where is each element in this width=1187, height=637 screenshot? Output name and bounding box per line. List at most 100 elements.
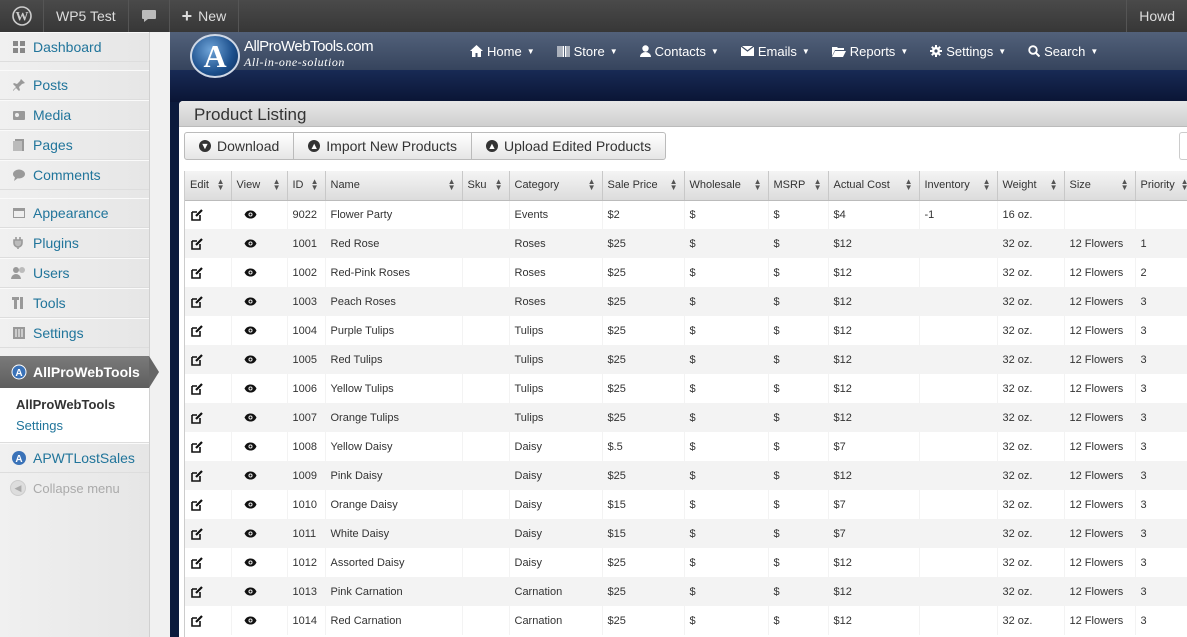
menu-allprowebtools[interactable]: A AllProWebTools xyxy=(0,356,159,388)
table-row[interactable]: 1012 Assorted Daisy Daisy $25 $ $ $12 32 oz. 12 … xyxy=(185,548,1187,577)
sort-arrows-icon[interactable]: ▲▼ xyxy=(814,178,822,192)
sort-arrows-icon[interactable]: ▲▼ xyxy=(1050,178,1058,192)
menu-apwtlostsales[interactable]: A APWTLostSales xyxy=(0,443,149,473)
sort-arrows-icon[interactable]: ▲▼ xyxy=(273,178,281,192)
column-header[interactable]: Actual Cost ▲ ▼ xyxy=(828,171,920,201)
comments-link[interactable] xyxy=(129,0,170,32)
view-eye-icon[interactable] xyxy=(231,258,288,287)
sort-arrows-icon[interactable]: ▲▼ xyxy=(905,178,913,192)
sort-arrows-icon[interactable]: ▲▼ xyxy=(754,178,762,192)
sort-arrows-icon[interactable]: ▲▼ xyxy=(1121,178,1129,192)
table-row[interactable]: 1006 Yellow Tulips Tulips $25 $ $ $12 32 oz. 12 … xyxy=(185,374,1187,403)
table-row[interactable]: 1004 Purple Tulips Tulips $25 $ $ $12 32 oz. 12 … xyxy=(185,316,1187,345)
sort-arrows-icon[interactable]: ▲▼ xyxy=(1181,178,1187,192)
table-row[interactable]: 1010 Orange Daisy Daisy $15 $ $ $7 32 oz. 12 Flo… xyxy=(185,490,1187,519)
nav-contacts[interactable]: Contacts ▼ xyxy=(639,44,719,59)
column-header[interactable]: Category ▲ ▼ xyxy=(509,171,603,201)
edit-icon[interactable] xyxy=(185,403,232,432)
menu-users[interactable]: Users xyxy=(0,258,149,288)
view-eye-icon[interactable] xyxy=(231,548,288,577)
table-row[interactable]: 1011 White Daisy Daisy $15 $ $ $7 32 oz. 12 Flow… xyxy=(185,519,1187,548)
view-eye-icon[interactable] xyxy=(231,229,288,258)
table-row[interactable]: 1009 Pink Daisy Daisy $25 $ $ $12 32 oz. 12 Flow… xyxy=(185,461,1187,490)
edit-icon[interactable] xyxy=(185,200,232,229)
submenu-item-allprowebtools[interactable]: AllProWebTools xyxy=(16,394,149,415)
edit-icon[interactable] xyxy=(185,229,232,258)
column-header[interactable]: Name ▲ ▼ xyxy=(325,171,463,201)
download-button[interactable]: ▼ Download xyxy=(185,133,295,159)
menu-appearance[interactable]: Appearance xyxy=(0,198,149,228)
import-products-button[interactable]: ▲ Import New Products xyxy=(294,133,472,159)
column-header[interactable]: Sale Price ▲ ▼ xyxy=(602,171,685,201)
nav-home[interactable]: Home ▼ xyxy=(470,44,535,59)
new-content-link[interactable]: + New xyxy=(170,0,240,32)
sort-arrows-icon[interactable]: ▲▼ xyxy=(983,178,991,192)
sort-arrows-icon[interactable]: ▲▼ xyxy=(670,178,678,192)
edit-icon[interactable] xyxy=(185,606,232,635)
edit-icon[interactable] xyxy=(185,345,232,374)
view-eye-icon[interactable] xyxy=(231,374,288,403)
search-input[interactable] xyxy=(1179,132,1187,160)
menu-plugins[interactable]: Plugins xyxy=(0,228,149,258)
nav-settings[interactable]: Settings ▼ xyxy=(930,44,1006,59)
collapse-menu-button[interactable]: ◀ Collapse menu xyxy=(0,473,149,503)
menu-comments[interactable]: Comments xyxy=(0,160,149,190)
site-name-link[interactable]: WP5 Test xyxy=(44,0,129,32)
view-eye-icon[interactable] xyxy=(231,606,288,635)
column-header[interactable]: Weight ▲ ▼ xyxy=(997,171,1065,201)
wordpress-logo-icon[interactable]: W xyxy=(0,0,44,32)
view-eye-icon[interactable] xyxy=(231,403,288,432)
edit-icon[interactable] xyxy=(185,316,232,345)
column-header[interactable]: ID ▲ ▼ xyxy=(287,171,326,201)
nav-search[interactable]: Search ▼ xyxy=(1028,44,1098,59)
table-row[interactable]: 1003 Peach Roses Roses $25 $ $ $12 32 oz. 12 Flo… xyxy=(185,287,1187,316)
table-row[interactable]: 9022 Flower Party Events $2 $ $ $4 -1 16 oz. xyxy=(185,200,1187,229)
column-header[interactable]: Wholesale ▲ ▼ xyxy=(684,171,769,201)
view-eye-icon[interactable] xyxy=(231,200,288,229)
table-row[interactable]: 1002 Red-Pink Roses Roses $25 $ $ $12 32 oz. 12 … xyxy=(185,258,1187,287)
column-header[interactable]: MSRP ▲ ▼ xyxy=(768,171,829,201)
menu-posts[interactable]: Posts xyxy=(0,70,149,100)
menu-pages[interactable]: Pages xyxy=(0,130,149,160)
menu-tools[interactable]: Tools xyxy=(0,288,149,318)
upload-products-button[interactable]: ▲ Upload Edited Products xyxy=(472,133,665,159)
account-menu[interactable]: Howd xyxy=(1126,0,1187,32)
edit-icon[interactable] xyxy=(185,461,232,490)
view-eye-icon[interactable] xyxy=(231,345,288,374)
table-row[interactable]: 1014 Red Carnation Carnation $25 $ $ $12 32 oz.… xyxy=(185,606,1187,635)
view-eye-icon[interactable] xyxy=(231,519,288,548)
column-header[interactable]: Priority ▲▼ xyxy=(1135,171,1187,201)
sort-arrows-icon[interactable]: ▲▼ xyxy=(495,178,503,192)
edit-icon[interactable] xyxy=(185,258,232,287)
allprowebtools-logo-icon[interactable]: A xyxy=(190,34,240,78)
menu-settings[interactable]: Settings xyxy=(0,318,149,348)
view-eye-icon[interactable] xyxy=(231,490,288,519)
table-row[interactable]: 1007 Orange Tulips Tulips $25 $ $ $12 32 oz. 12 … xyxy=(185,403,1187,432)
view-eye-icon[interactable] xyxy=(231,287,288,316)
column-header[interactable]: Edit ▲ ▼ xyxy=(185,171,232,201)
view-eye-icon[interactable] xyxy=(231,316,288,345)
menu-dashboard[interactable]: Dashboard xyxy=(0,32,149,62)
submenu-item-settings[interactable]: Settings xyxy=(16,415,149,436)
edit-icon[interactable] xyxy=(185,577,232,606)
column-header[interactable]: Sku ▲ ▼ xyxy=(462,171,510,201)
table-row[interactable]: 1005 Red Tulips Tulips $25 $ $ $12 32 oz. 12 Flo… xyxy=(185,345,1187,374)
column-header[interactable]: Inventory ▲ ▼ xyxy=(919,171,998,201)
menu-media[interactable]: Media xyxy=(0,100,149,130)
edit-icon[interactable] xyxy=(185,287,232,316)
table-row[interactable]: 1001 Red Rose Roses $25 $ $ $12 32 oz. 12 Flower… xyxy=(185,229,1187,258)
table-row[interactable]: 1013 Pink Carnation Carnation $25 $ $ $12 32 oz… xyxy=(185,577,1187,606)
sort-arrows-icon[interactable]: ▲▼ xyxy=(311,178,319,192)
edit-icon[interactable] xyxy=(185,432,232,461)
column-header[interactable]: View ▲ ▼ xyxy=(231,171,288,201)
nav-reports[interactable]: Reports ▼ xyxy=(831,44,908,59)
nav-emails[interactable]: Emails ▼ xyxy=(740,44,810,59)
view-eye-icon[interactable] xyxy=(231,577,288,606)
sort-arrows-icon[interactable]: ▲▼ xyxy=(448,178,456,192)
column-header[interactable]: Size ▲ ▼ xyxy=(1064,171,1136,201)
sort-arrows-icon[interactable]: ▲▼ xyxy=(217,178,225,192)
sort-arrows-icon[interactable]: ▲▼ xyxy=(588,178,596,192)
edit-icon[interactable] xyxy=(185,519,232,548)
view-eye-icon[interactable] xyxy=(231,432,288,461)
edit-icon[interactable] xyxy=(185,374,232,403)
